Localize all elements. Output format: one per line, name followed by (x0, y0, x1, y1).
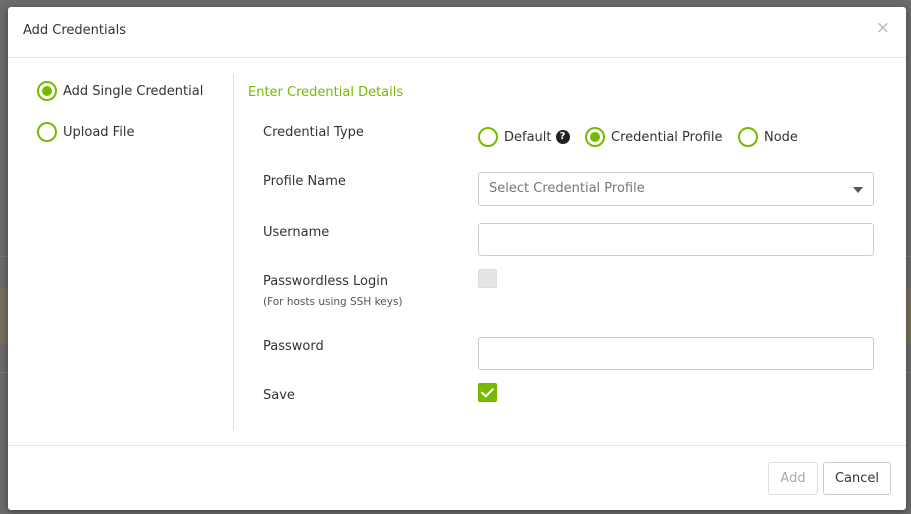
help-icon[interactable]: ? (555, 130, 570, 144)
profile-name-label: Profile Name (263, 174, 346, 189)
dialog-header: Add Credentials × (8, 7, 906, 58)
radio-selected-icon[interactable] (585, 127, 605, 147)
cancel-button[interactable]: Cancel (823, 462, 891, 495)
credential-type-option-label: Default (504, 129, 552, 145)
radio-selected-icon[interactable] (37, 81, 57, 101)
credential-type-node[interactable]: Node (738, 127, 798, 147)
dialog-title: Add Credentials (23, 23, 126, 38)
password-input[interactable] (478, 337, 874, 370)
credential-type-option-label: Node (764, 129, 798, 145)
close-icon[interactable]: × (876, 20, 890, 37)
username-label: Username (263, 225, 330, 240)
credential-type-default[interactable]: Default ? (478, 127, 570, 147)
save-checkbox[interactable] (478, 383, 497, 402)
mode-add-single-credential[interactable]: Add Single Credential (37, 81, 203, 101)
radio-unselected-icon[interactable] (37, 122, 57, 142)
caret-down-icon (853, 187, 863, 193)
add-button[interactable]: Add (768, 462, 818, 495)
mode-label: Upload File (63, 124, 135, 140)
column-divider (233, 74, 234, 430)
dialog-footer: Add Cancel (8, 445, 906, 511)
passwordless-login-label: Passwordless Login (263, 274, 389, 289)
passwordless-login-checkbox[interactable] (478, 269, 497, 288)
credential-type-option-label: Credential Profile (611, 129, 723, 145)
mode-label: Add Single Credential (63, 83, 204, 99)
username-input[interactable] (478, 223, 874, 256)
select-placeholder: Select Credential Profile (489, 181, 645, 196)
mode-upload-file[interactable]: Upload File (37, 122, 134, 142)
passwordless-login-hint: (For hosts using SSH keys) (263, 296, 403, 308)
radio-unselected-icon[interactable] (738, 127, 758, 147)
credential-type-credential-profile[interactable]: Credential Profile (585, 127, 722, 147)
password-label: Password (263, 339, 324, 354)
profile-name-select[interactable]: Select Credential Profile (478, 172, 874, 206)
section-title: Enter Credential Details (248, 85, 404, 100)
save-label: Save (263, 388, 295, 403)
credential-type-label: Credential Type (263, 125, 364, 140)
add-credentials-dialog: Add Credentials × Add Single Credential … (8, 7, 906, 510)
radio-unselected-icon[interactable] (478, 127, 498, 147)
